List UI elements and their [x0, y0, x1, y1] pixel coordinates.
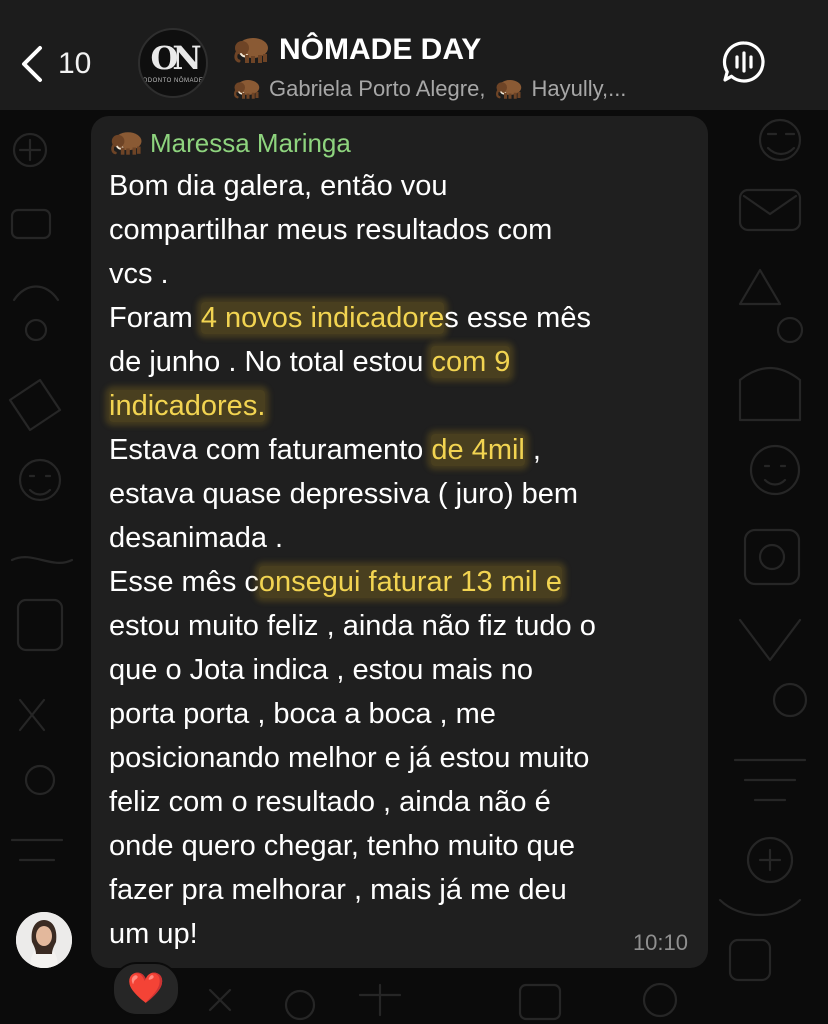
unread-count: 10 — [58, 47, 92, 80]
group-avatar[interactable]: ON ODONTO NÔMADE — [138, 28, 208, 98]
message-line: compartilhar meus resultados com — [109, 214, 553, 246]
message-line: fazer pra melhorar , mais já me deu — [109, 874, 567, 906]
message-line: porta porta , boca a boca , me — [109, 698, 496, 730]
highlighted-text: onsegui faturar 13 mil e — [258, 566, 562, 598]
mammoth-icon — [234, 80, 260, 99]
message-line: desanimada . — [109, 522, 284, 554]
mammoth-icon — [234, 38, 268, 63]
message-line: Foram 4 novos indicadores esse mês — [109, 296, 699, 340]
message-line: Bom dia galera, então vou — [109, 170, 448, 202]
back-button[interactable]: 10 — [20, 34, 120, 94]
member-name: Gabriela Porto Alegre, — [269, 76, 486, 101]
highlighted-text: indicadores. — [109, 390, 266, 422]
group-logo-subtext: ODONTO NÔMADE — [142, 78, 204, 84]
chat-header: 10 ON ODONTO NÔMADE NÔMADE DAY Gabriela … — [0, 0, 828, 110]
group-title: NÔMADE DAY — [279, 33, 482, 66]
voice-chat-icon[interactable] — [722, 40, 766, 84]
message-line: vcs . — [109, 258, 169, 290]
message-line: estou muito feliz , ainda não fiz tudo o — [109, 610, 596, 642]
text-segment: Esse mês c — [109, 566, 259, 598]
highlighted-text: 4 novos indicadore — [200, 302, 445, 334]
chevron-left-icon — [22, 46, 42, 82]
text-segment: , — [524, 434, 541, 466]
mammoth-icon — [111, 132, 142, 155]
message-line: posicionando melhor e já estou muito — [109, 742, 590, 774]
sender-avatar[interactable] — [16, 912, 72, 968]
message-line: Esse mês consegui faturar 13 mil e — [109, 560, 699, 604]
message-line: indicadores. — [109, 384, 699, 428]
group-info[interactable]: NÔMADE DAY Gabriela Porto Alegre, Hayull… — [233, 30, 703, 106]
message-bubble[interactable]: Maressa Maringa Bom dia galera, então vo… — [91, 116, 708, 968]
message-line: estava quase depressiva ( juro) bem — [109, 478, 579, 510]
message-line: Estava com faturamento de 4mil , — [109, 428, 699, 472]
message-line: de junho . No total estou com 9 — [109, 340, 699, 384]
mammoth-icon — [496, 80, 522, 99]
reaction-badge[interactable]: ❤️ — [112, 962, 180, 1016]
sender-name[interactable]: Maressa Maringa — [150, 128, 351, 159]
message-line: feliz com o resultado , ainda não é — [109, 786, 551, 818]
text-segment: Foram — [109, 302, 201, 334]
heart-icon: ❤️ — [127, 972, 165, 1005]
avatar-photo — [16, 912, 72, 968]
group-logo-text: ON — [150, 39, 201, 77]
text-segment: de junho . No total estou — [109, 346, 432, 378]
text-segment: Estava com faturamento — [109, 434, 432, 466]
message-line: que o Jota indica , estou mais no — [109, 654, 533, 686]
message-line: onde quero chegar, tenho muito que — [109, 830, 575, 862]
text-segment: s esse mês — [444, 302, 591, 334]
member-name: Hayully,... — [531, 76, 627, 101]
message-timestamp: 10:10 — [632, 930, 688, 955]
member-list: Gabriela Porto Alegre, Hayully,... — [233, 76, 626, 102]
highlighted-text: com 9 — [431, 346, 511, 378]
sender-row: Maressa Maringa — [110, 128, 351, 158]
message-line: um up! — [109, 918, 198, 950]
message-text: Bom dia galera, então vou compartilhar m… — [109, 164, 699, 956]
highlighted-text: de 4mil — [431, 434, 525, 466]
